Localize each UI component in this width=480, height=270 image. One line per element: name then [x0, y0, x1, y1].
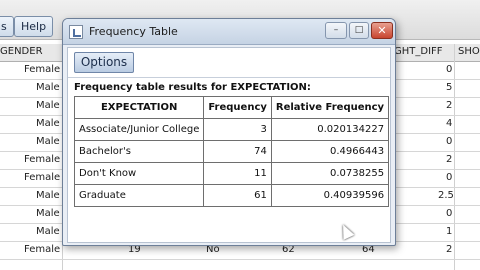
- relative-frequency-cell: 0.0738255: [270, 162, 390, 185]
- gender-cell[interactable]: Male: [36, 118, 60, 129]
- category-cell: Associate/Junior College: [73, 118, 205, 141]
- height-diff-cell[interactable]: 2: [446, 100, 452, 111]
- gender-cell[interactable]: Male: [36, 82, 60, 93]
- maximize-icon[interactable]: □: [349, 22, 369, 39]
- partial-menu-button[interactable]: s: [0, 16, 14, 37]
- table-row: Don't Know 11 0.0738255: [73, 162, 390, 185]
- table-header-row: EXPECTATION Frequency Relative Frequency: [73, 96, 390, 119]
- height-diff-cell[interactable]: 0: [446, 136, 452, 147]
- gender-cell[interactable]: Male: [36, 208, 60, 219]
- height-diff-cell[interactable]: 2: [446, 154, 452, 165]
- gender-cell[interactable]: Female: [24, 244, 60, 255]
- minimize-icon[interactable]: –: [325, 22, 347, 39]
- height-diff-cell[interactable]: 1: [446, 226, 452, 237]
- close-icon[interactable]: ✕: [371, 22, 393, 39]
- relative-frequency-cell: 0.40939596: [270, 184, 390, 207]
- gender-cell[interactable]: Male: [36, 190, 60, 201]
- app-icon: [69, 25, 83, 39]
- height-diff-cell[interactable]: 5: [446, 82, 452, 93]
- frequency-cell: 74: [203, 140, 272, 163]
- results-heading: Frequency table results for EXPECTATION:: [74, 82, 311, 93]
- divider: [68, 77, 390, 78]
- gender-cell[interactable]: Female: [24, 172, 60, 183]
- column-header-frequency: Frequency: [203, 96, 272, 119]
- gender-cell[interactable]: Male: [36, 136, 60, 147]
- options-button[interactable]: Options: [74, 52, 134, 73]
- column-header-relative-frequency: Relative Frequency: [270, 96, 390, 119]
- height-diff-cell[interactable]: 2: [446, 244, 452, 255]
- frequency-cell: 61: [203, 184, 272, 207]
- frequency-table-dialog: Frequency Table – □ ✕ Options Frequency …: [62, 18, 396, 246]
- help-button[interactable]: Help: [14, 16, 54, 37]
- height-diff-cell[interactable]: 2.5: [438, 190, 454, 201]
- dialog-title: Frequency Table: [89, 25, 178, 38]
- dialog-content: Options Frequency table results for EXPE…: [67, 47, 391, 243]
- frequency-cell: 11: [203, 162, 272, 185]
- column-header-expectation: EXPECTATION: [73, 96, 205, 119]
- frequency-table: EXPECTATION Frequency Relative Frequency…: [73, 96, 390, 207]
- column-header-height-diff[interactable]: GHT_DIFF: [394, 46, 443, 57]
- gender-cell[interactable]: Female: [24, 154, 60, 165]
- height-diff-cell[interactable]: 0: [446, 64, 452, 75]
- dialog-titlebar[interactable]: Frequency Table – □ ✕: [63, 19, 395, 45]
- table-row: Graduate 61 0.40939596: [73, 184, 390, 207]
- category-cell: Bachelor's: [73, 140, 205, 163]
- table-row: Associate/Junior College 3 0.020134227: [73, 118, 390, 141]
- category-cell: Don't Know: [73, 162, 205, 185]
- gender-cell[interactable]: Male: [36, 226, 60, 237]
- relative-frequency-cell: 0.020134227: [270, 118, 390, 141]
- table-row: Bachelor's 74 0.4966443: [73, 140, 390, 163]
- gender-cell[interactable]: Male: [36, 100, 60, 111]
- relative-frequency-cell: 0.4966443: [270, 140, 390, 163]
- category-cell: Graduate: [73, 184, 205, 207]
- height-diff-cell[interactable]: 0: [446, 172, 452, 183]
- column-header-short[interactable]: SHO: [458, 46, 480, 57]
- column-header-gender[interactable]: GENDER: [0, 46, 43, 57]
- height-diff-cell[interactable]: 0: [446, 208, 452, 219]
- gender-cell[interactable]: Female: [24, 64, 60, 75]
- height-diff-cell[interactable]: 4: [446, 118, 452, 129]
- frequency-cell: 3: [203, 118, 272, 141]
